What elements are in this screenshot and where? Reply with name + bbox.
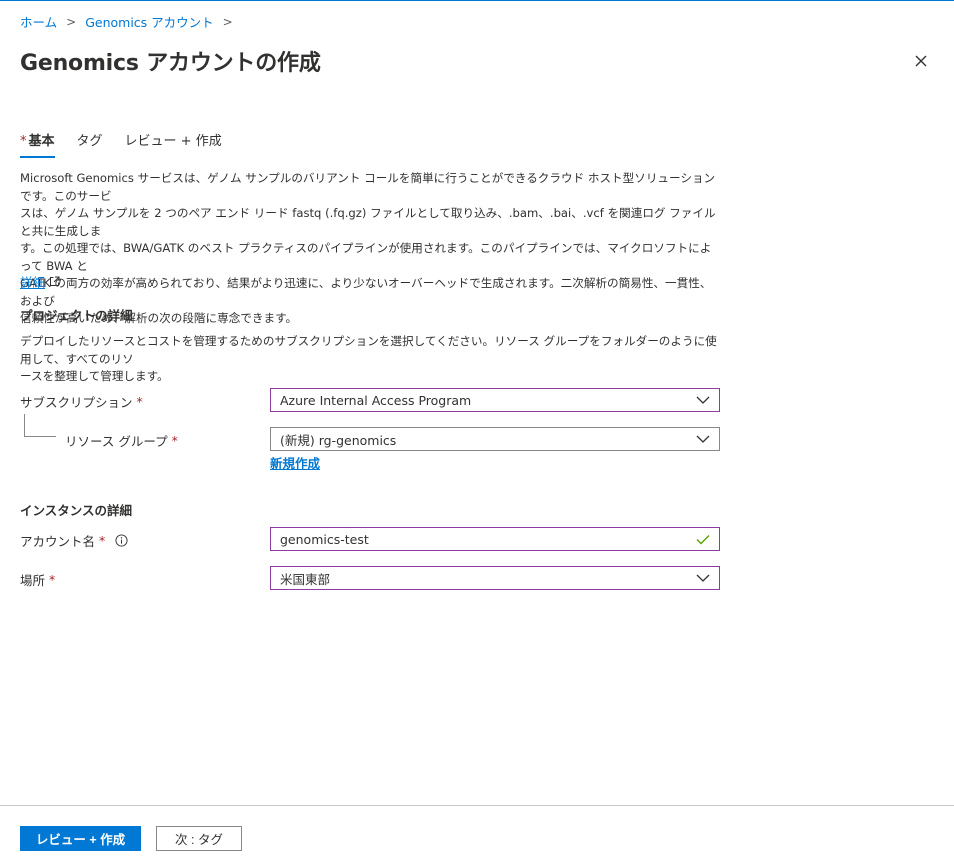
project-details-title: プロジェクトの詳細 [20,308,133,323]
close-icon [915,55,927,67]
required-marker: * [49,572,56,587]
required-marker: * [136,394,143,409]
info-icon[interactable] [115,534,128,547]
required-marker: * [20,134,27,149]
tab-review-create-label: レビュー + 作成 [124,134,222,149]
description-line: す。この処理では、BWA/GATK のベスト プラクティスのパイプラインが使用さ… [20,241,712,273]
breadcrumb-genomics-link[interactable]: Genomics アカウント [85,12,213,31]
project-details-description: デプロイしたリソースとコストを管理するためのサブスクリプションを選択してください… [20,333,720,386]
learn-more-label: 詳細 [20,275,46,290]
top-accent-line [0,0,954,1]
close-button[interactable] [910,50,932,72]
tab-bar: * 基本 タグ レビュー + 作成 [20,130,244,158]
chevron-down-icon [696,435,710,443]
description-line: Microsoft Genomics サービスは、ゲノム サンプルのバリアント … [20,171,716,203]
resource-group-label: リソース グループ * [65,431,178,450]
checkmark-icon [696,534,710,544]
resource-group-value: (新規) rg-genomics [280,432,397,448]
location-value: 米国東部 [280,571,331,587]
subscription-value: Azure Internal Access Program [280,392,472,408]
description-line: デプロイしたリソースとコストを管理するためのサブスクリプションを選択してください… [20,334,717,366]
subscription-label-text: サブスクリプション [20,395,133,410]
account-name-label: アカウント名 * [20,531,128,550]
tab-tags-label: タグ [76,134,103,149]
breadcrumb-separator: > [66,14,77,29]
description-line: ースを整理して管理します。 [20,369,169,383]
required-marker: * [171,433,178,448]
tree-connector [24,414,25,437]
required-marker: * [99,533,106,548]
location-label: 場所 * [20,570,55,589]
resource-group-select[interactable]: (新規) rg-genomics [270,427,720,451]
tree-connector [24,436,56,437]
external-link-icon [50,276,60,286]
location-label-text: 場所 [20,573,46,588]
breadcrumb-separator: > [222,14,233,29]
create-new-resource-group-link[interactable]: 新規作成 [270,453,320,472]
chevron-down-icon [696,574,710,582]
account-name-label-text: アカウント名 [20,534,96,549]
page-title: Genomics アカウントの作成 [20,51,321,76]
tab-tags[interactable]: タグ [77,130,103,158]
tab-basics[interactable]: * 基本 [20,130,55,158]
subscription-label: サブスクリプション * [20,392,143,411]
tab-review-create[interactable]: レビュー + 作成 [125,130,222,158]
breadcrumb: ホーム > Genomics アカウント > [20,12,242,31]
subscription-select[interactable]: Azure Internal Access Program [270,388,720,412]
service-description: Microsoft Genomics サービスは、ゲノム サンプルのバリアント … [20,170,720,328]
account-name-input[interactable]: genomics-test [270,527,720,551]
footer-divider [0,805,954,806]
breadcrumb-home-link[interactable]: ホーム [20,12,57,31]
tab-basics-label: 基本 [28,134,55,149]
review-create-button[interactable]: レビュー + 作成 [20,826,141,851]
resource-group-label-text: リソース グループ [65,434,168,449]
next-tags-button[interactable]: 次 : タグ [156,826,242,851]
learn-more-link[interactable]: 詳細 [20,272,60,291]
location-select[interactable]: 米国東部 [270,566,720,590]
instance-details-title: インスタンスの詳細 [20,503,133,518]
chevron-down-icon [696,396,710,404]
account-name-value: genomics-test [280,531,369,547]
description-line: スは、ゲノム サンプルを 2 つのペア エンド リード fastq (.fq.g… [20,206,716,238]
